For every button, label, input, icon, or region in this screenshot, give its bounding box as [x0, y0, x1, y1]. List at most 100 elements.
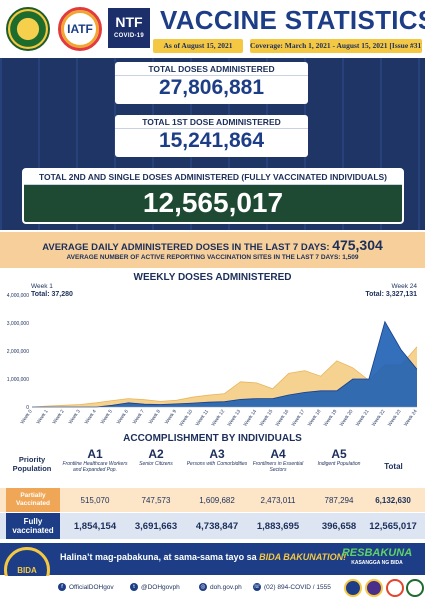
accomplishment-title: ACCOMPLISHMENT BY INDIVIDUALS: [123, 433, 302, 444]
week1-annotation: Week 1 Total: 37,280: [31, 283, 73, 299]
week24-label: Week 24: [391, 283, 417, 290]
table-cell: 515,070: [80, 495, 110, 505]
table-cell: 4,738,847: [195, 520, 239, 532]
x-tick-label: Week 7: [132, 408, 146, 425]
partially-vaccinated-label: Partially Vaccinated: [6, 488, 60, 512]
twitter-icon: t: [130, 583, 138, 591]
first-dose-value: 15,241,864: [158, 129, 265, 152]
table-cell: 1,883,695: [256, 520, 300, 532]
group-code: A1: [87, 447, 103, 461]
group-desc: Frontline Healthcare Workers and Expande…: [62, 461, 128, 473]
website-url: doh.gov.ph: [210, 583, 242, 591]
group-code: A2: [148, 447, 164, 461]
x-tick-label: Week 17: [291, 408, 307, 427]
group-desc: Persons with Comorbidities: [186, 461, 248, 467]
group-desc: Indigent Population: [317, 461, 361, 467]
x-tick-label: Week 23: [387, 408, 403, 427]
table-cell: 1,609,682: [199, 495, 235, 505]
x-tick-label: Week 18: [307, 408, 323, 427]
website-link[interactable]: ◎ doh.gov.ph: [199, 583, 242, 591]
x-tick-label: Week 11: [195, 408, 211, 427]
group-code: A5: [331, 447, 347, 461]
average-daily-label: AVERAGE DAILY ADMINISTERED DOSES IN THE …: [42, 242, 330, 253]
x-tick-label: Week 13: [226, 408, 242, 427]
partner-seal-icon: [386, 579, 404, 597]
group-desc: Senior Citizens: [139, 461, 173, 467]
banner-text: Halina’t mag-pabakuna, at sama-sama tayo…: [60, 552, 346, 562]
doses-panel: TOTAL DOSES ADMINISTERED 27,806,881 TOTA…: [0, 58, 425, 230]
group-a3: A3 Persons with Comorbidities: [184, 447, 250, 467]
table-cell: 1,854,154: [73, 520, 117, 532]
x-tick-label: Week 6: [116, 408, 130, 425]
twitter-link[interactable]: t @DOHgovph: [130, 583, 180, 591]
iatf-logo-icon: IATF: [58, 7, 102, 51]
y-tick-label: 2,000,000: [7, 349, 29, 355]
average-daily-value: 475,304: [332, 237, 383, 253]
fully-vaccinated-row-label: Fully vaccinated: [6, 513, 60, 539]
hotline: ☏ (02) 894-COVID / 1555: [253, 583, 331, 591]
table-cell: 3,691,663: [134, 520, 178, 532]
y-tick-label: 1,000,000: [7, 377, 29, 383]
x-tick-label: Week 22: [371, 408, 387, 427]
average-sites: AVERAGE NUMBER OF ACTIVE REPORTING VACCI…: [66, 254, 359, 261]
x-tick-label: Week 2: [52, 408, 66, 425]
x-tick-label: Week 21: [355, 408, 371, 427]
fully-vaccinated-label: TOTAL 2ND AND SINGLE DOSES ADMINISTERED …: [24, 170, 402, 185]
total-doses-card: TOTAL DOSES ADMINISTERED 27,806,881: [115, 62, 308, 104]
group-code: A3: [209, 447, 225, 461]
government-seal-icon: [344, 579, 362, 597]
header: IATF NTF COVID-19 VACCINE STATISTICS As …: [0, 0, 425, 57]
fully-vaccinated-card: TOTAL 2ND AND SINGLE DOSES ADMINISTERED …: [22, 168, 404, 224]
x-tick-label: Week 4: [84, 408, 98, 425]
group-a2: A2 Senior Citizens: [123, 447, 189, 467]
page-title: VACCINE STATISTICS: [160, 5, 425, 35]
partially-vaccinated-row: Partially Vaccinated 515,070 747,573 1,6…: [0, 488, 425, 512]
x-tick-label: Week 20: [339, 408, 355, 427]
averages-band: AVERAGE DAILY ADMINISTERED DOSES IN THE …: [0, 232, 425, 268]
x-tick-label: Week 14: [242, 408, 258, 427]
doh-logo-icon: [6, 7, 50, 51]
facebook-icon: f: [58, 583, 66, 591]
resbakuna-text: RESBAKUNA: [341, 547, 413, 559]
facebook-handle: OfficialDOHgov: [69, 583, 114, 591]
group-code: A4: [270, 447, 286, 461]
group-desc: Frontliners in Essential Sectors: [252, 461, 304, 473]
week1-total: Total: 37,280: [31, 291, 73, 298]
x-tick-label: Week 19: [323, 408, 339, 427]
total-doses-label: TOTAL DOSES ADMINISTERED: [115, 62, 308, 76]
x-tick-label: Week 10: [178, 408, 194, 427]
globe-icon: ◎: [199, 583, 207, 591]
weekly-doses-chart: 0 1,000,000 2,000,000 3,000,000 4,000,000 Wee…: [0, 270, 425, 432]
ntf-logo-icon: NTF COVID-19: [108, 8, 150, 48]
facebook-link[interactable]: f OfficialDOHgov: [58, 583, 114, 591]
phone-icon: ☏: [253, 583, 261, 591]
doh-seal-icon: [406, 579, 424, 597]
x-tick-label: Week 3: [68, 408, 82, 425]
first-dose-card: TOTAL 1ST DOSE ADMINISTERED 15,241,864: [115, 115, 308, 157]
hotline-number: (02) 894-COVID / 1555: [264, 583, 331, 591]
y-tick-label: 4,000,000: [7, 293, 29, 299]
total-column-header: Total: [384, 462, 403, 471]
x-tick-label: Week 15: [259, 408, 275, 427]
week1-label: Week 1: [31, 283, 53, 290]
chart-title: WEEKLY DOSES ADMINISTERED: [133, 272, 292, 283]
ntf-logo-sub: COVID-19: [113, 33, 145, 39]
group-a5: A5 Indigent Population: [306, 447, 372, 467]
first-dose-label: TOTAL 1ST DOSE ADMINISTERED: [115, 115, 308, 129]
x-tick-label: Week 9: [164, 408, 178, 425]
table-cell: 2,473,011: [260, 495, 296, 505]
x-tick-label: Week 5: [100, 408, 114, 425]
ntf-logo-text: NTF: [115, 14, 143, 30]
x-tick-label: Week 1: [35, 408, 49, 425]
total-doses-value: 27,806,881: [158, 76, 265, 99]
resbakuna-sub: KASANGGA NG BIDA: [351, 560, 403, 566]
x-tick-label: Week 8: [148, 408, 162, 425]
as-of-date: As of August 15, 2021: [153, 39, 243, 53]
x-tick-label: Week 24: [403, 408, 419, 427]
week24-total: Total: 3,327,131: [365, 291, 417, 298]
full-total: 12,565,017: [369, 520, 417, 532]
campaign-banner: Halina’t mag-pabakuna, at sama-sama tayo…: [0, 543, 425, 575]
y-tick-label: 3,000,000: [7, 321, 29, 327]
coverage-period: Coverage: March 1, 2021 - August 15, 202…: [250, 39, 422, 53]
average-daily-doses: AVERAGE DAILY ADMINISTERED DOSES IN THE …: [0, 232, 425, 253]
